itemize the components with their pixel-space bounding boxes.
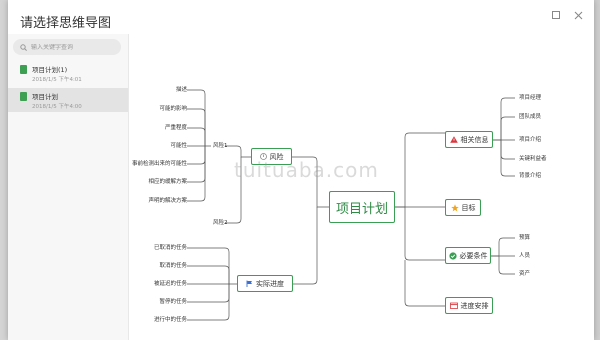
conditions-leaf-1: 预算	[519, 235, 531, 241]
info-leaf-4: 关键利益者	[519, 156, 547, 162]
risk-leaf-detection: 事前检测出来的可能性	[131, 161, 187, 167]
info-leaf-5: 背景介绍	[519, 173, 542, 179]
close-button[interactable]	[572, 9, 584, 21]
info-leaf-1: 项目经理	[519, 95, 542, 101]
risk-sub-1[interactable]: 风险1	[213, 142, 228, 150]
risk-icon	[259, 153, 267, 160]
file-name: 项目计划(1)	[32, 66, 68, 74]
risk-leaf-solution: 声明的解决方案	[148, 198, 187, 204]
file-item-1[interactable]: 项目计划(1) 2018/1/5 下午4:01	[8, 61, 128, 85]
file-date: 2018/1/5 下午4:01	[32, 77, 82, 83]
mindmap-canvas[interactable]: 描述 可能的影响 严重程度 可能性 事前检测出来的可能性 相应的缓解方案 声明的…	[129, 34, 594, 340]
node-goal[interactable]: 目标	[445, 199, 481, 216]
progress-leaf-3: 被延迟的任务	[153, 281, 187, 287]
central-topic[interactable]: 项目计划	[329, 191, 395, 223]
file-item-2[interactable]: 项目计划 2018/1/5 下午4:00	[8, 88, 128, 112]
node-conditions[interactable]: 必要条件	[445, 247, 491, 264]
file-date: 2018/1/5 下午4:00	[32, 104, 82, 110]
calendar-icon	[449, 302, 458, 309]
progress-leaf-4: 暂停的任务	[159, 299, 187, 305]
progress-leaf-1: 已取消的任务	[153, 245, 187, 251]
window-controls	[550, 9, 584, 21]
flag-icon	[246, 280, 252, 287]
mindmap-file-icon	[20, 65, 27, 74]
central-topic-label: 项目计划	[335, 201, 388, 217]
mindmap-picker-dialog: 请选择思维导图 项目计划(1) 2018/1/5 下午4:01 项目计划 201…	[8, 0, 594, 340]
maximize-icon	[552, 11, 560, 19]
maximize-button[interactable]	[550, 9, 562, 21]
node-progress-label: 实际进度	[256, 279, 284, 288]
node-risk-label: 风险	[269, 152, 284, 161]
mindmap-connectors	[187, 89, 515, 321]
file-name: 项目计划	[32, 93, 58, 101]
risk-leaf-mitigation: 相应的缓解方案	[148, 179, 187, 185]
mindmap-file-icon	[20, 92, 27, 101]
star-icon	[450, 203, 459, 211]
node-progress[interactable]: 实际进度	[237, 275, 293, 292]
file-list-sidebar: 项目计划(1) 2018/1/5 下午4:01 项目计划 2018/1/5 下午…	[8, 34, 129, 340]
search-icon	[20, 43, 27, 51]
node-conditions-label: 必要条件	[459, 251, 488, 260]
risk-leaf-severity: 严重程度	[164, 125, 187, 131]
check-icon	[448, 251, 457, 260]
background-right-strip	[594, 0, 600, 340]
node-goal-label: 目标	[461, 203, 476, 212]
search-input[interactable]	[31, 43, 113, 51]
info-leaf-3: 项目介绍	[519, 137, 542, 143]
warning-icon	[449, 136, 458, 143]
info-leaf-2: 团队成员	[519, 114, 542, 120]
risk-leaf-impact: 可能的影响	[159, 106, 187, 112]
progress-leaf-2: 取消的任务	[159, 263, 187, 269]
close-icon	[574, 11, 582, 19]
conditions-leaf-3: 资产	[519, 271, 531, 277]
conditions-leaf-2: 人员	[519, 253, 531, 259]
node-info[interactable]: 相关信息	[445, 131, 493, 148]
search-box[interactable]	[13, 39, 121, 55]
risk-sub-2[interactable]: 风险2	[213, 219, 228, 227]
background-left-strip	[0, 0, 8, 340]
risk-leaf-probability: 可能性	[170, 143, 187, 149]
node-schedule[interactable]: 进度安排	[445, 297, 493, 314]
node-risk[interactable]: 风险	[251, 148, 292, 165]
node-schedule-label: 进度安排	[460, 301, 489, 310]
dialog-title: 请选择思维导图	[20, 16, 112, 31]
progress-leaf-5: 进行中的任务	[153, 317, 187, 323]
risk-leaf-description: 描述	[175, 87, 187, 93]
node-info-label: 相关信息	[460, 135, 489, 144]
